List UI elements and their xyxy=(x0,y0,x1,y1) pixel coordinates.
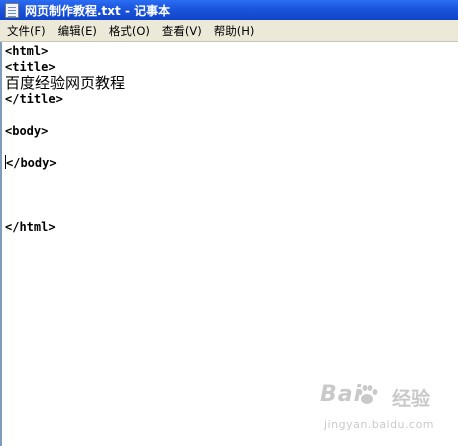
watermark-product: 经验 xyxy=(392,388,431,410)
baidu-jingyan-watermark: Bai 经验 jingyan.baidu.com xyxy=(320,378,450,440)
editor-line: <title> xyxy=(5,60,56,74)
editor-line: <body> xyxy=(5,124,49,138)
paw-icon xyxy=(357,385,378,404)
watermark-url: jingyan.baidu.com xyxy=(324,418,435,431)
menu-edit[interactable]: 编辑(E) xyxy=(52,22,103,40)
window-title: 网页制作教程.txt - 记事本 xyxy=(25,3,171,18)
editor-line-cursor: </body> xyxy=(5,155,458,171)
editor-line: </title> xyxy=(5,92,63,106)
editor-line: <html> xyxy=(5,44,49,58)
menu-format[interactable]: 格式(O) xyxy=(103,22,156,40)
editor-line-text: </body> xyxy=(6,156,57,170)
editor-line: </html> xyxy=(5,220,56,234)
menu-file[interactable]: 文件(F) xyxy=(1,22,52,40)
editor-line: 百度经验网页教程 xyxy=(5,74,126,92)
title-bar[interactable]: 网页制作教程.txt - 记事本 xyxy=(0,0,458,20)
menu-help[interactable]: 帮助(H) xyxy=(208,22,261,40)
menu-bar: 文件(F) 编辑(E) 格式(O) 查看(V) 帮助(H) xyxy=(0,20,458,42)
notepad-icon[interactable] xyxy=(5,2,19,18)
menu-view[interactable]: 查看(V) xyxy=(156,22,208,40)
